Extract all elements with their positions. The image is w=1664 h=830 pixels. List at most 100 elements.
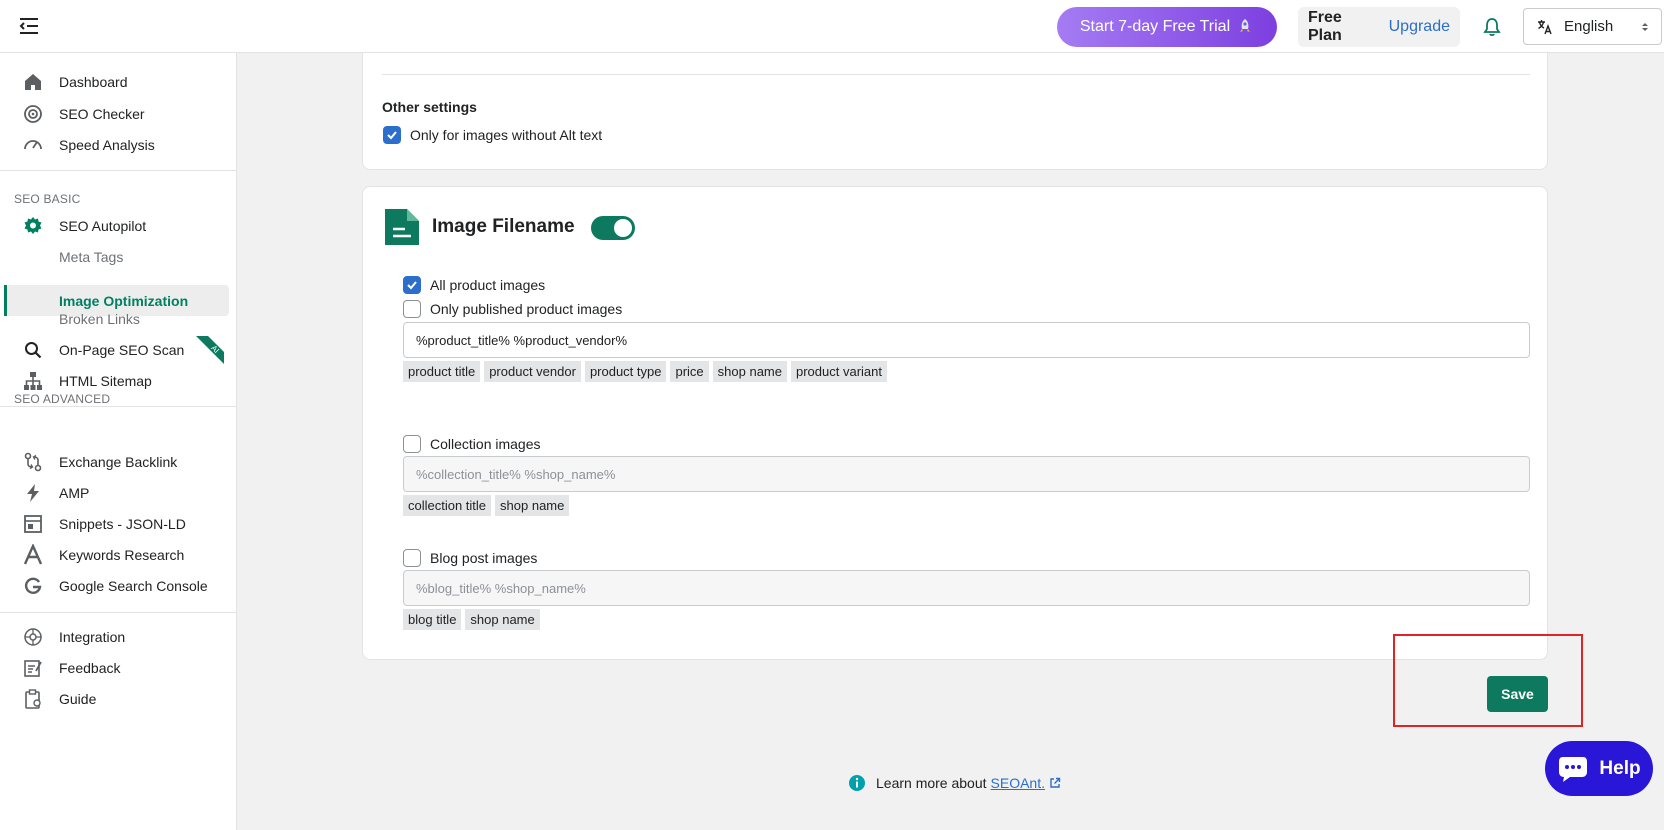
sidebar-item-label: HTML Sitemap [59, 373, 152, 389]
sidebar-item-on-page-seo-scan[interactable]: On-Page SEO Scan AI [0, 335, 237, 365]
collection-tags: collection title shop name [403, 495, 570, 516]
collection-filename-input[interactable]: %collection_title% %shop_name% [403, 456, 1530, 492]
sidebar-item-label: Exchange Backlink [59, 454, 178, 470]
learn-more-text: Learn more about [876, 775, 987, 791]
all-products-checkbox[interactable] [403, 276, 421, 294]
tag-product-title[interactable]: product title [403, 361, 481, 382]
bell-icon[interactable] [1481, 16, 1503, 38]
sidebar-item-seo-checker[interactable]: SEO Checker [0, 99, 237, 129]
letter-a-icon [23, 544, 43, 565]
tag-shop-name[interactable]: shop name [465, 609, 540, 630]
sitemap-icon [24, 372, 42, 390]
rocket-icon [1240, 19, 1251, 32]
google-icon [24, 577, 42, 594]
sidebar-item-seo-autopilot[interactable]: SEO Autopilot [0, 211, 237, 241]
sidebar-item-label: Broken Links [59, 311, 140, 327]
all-products-row: All product images [403, 276, 545, 294]
product-filename-input[interactable]: %product_title% %product_vendor% [403, 322, 1530, 358]
sidebar-item-google-search-console[interactable]: Google Search Console [0, 571, 237, 601]
collection-row: Collection images [403, 435, 541, 453]
tag-product-variant[interactable]: product variant [791, 361, 887, 382]
help-label: Help [1599, 757, 1641, 779]
alt-only-checkbox[interactable] [383, 126, 401, 144]
tag-product-vendor[interactable]: product vendor [484, 361, 581, 382]
sidebar-item-label: On-Page SEO Scan [59, 342, 185, 358]
seoant-link[interactable]: SEOAnt. [991, 775, 1045, 791]
search-icon [25, 342, 42, 359]
tag-product-type[interactable]: product type [584, 361, 667, 382]
sidebar-item-snippets-json-ld[interactable]: Snippets - JSON-LD [0, 509, 237, 539]
image-filename-card: Image Filename All product images Only p… [362, 186, 1548, 660]
integration-icon [24, 628, 42, 646]
chat-bubble-icon [1559, 756, 1588, 782]
sidebar-item-label: SEO Checker [59, 106, 145, 122]
sidebar-item-dashboard[interactable]: Dashboard [0, 67, 237, 97]
help-button[interactable]: Help [1545, 741, 1653, 796]
home-icon [25, 74, 41, 90]
sidebar-item-meta-tags[interactable]: Meta Tags [0, 242, 237, 272]
top-bar: Start 7-day Free Trial Free Plan Upgrade… [0, 0, 1664, 53]
sidebar-item-label: Feedback [59, 660, 121, 676]
exchange-icon [24, 452, 42, 472]
sidebar-item-guide[interactable]: Guide [0, 684, 237, 714]
ai-badge-icon: AI [196, 336, 224, 364]
start-free-trial-button[interactable]: Start 7-day Free Trial [1057, 7, 1277, 47]
sidebar-item-amp[interactable]: AMP [0, 478, 237, 508]
sidebar-item-label: Keywords Research [59, 547, 185, 563]
lightning-icon [27, 484, 39, 502]
product-tags: product title product vendor product typ… [403, 361, 887, 382]
sidebar-item-label: SEO Autopilot [59, 218, 147, 234]
sidebar-item-feedback[interactable]: Feedback [0, 653, 237, 683]
language-select[interactable]: English [1523, 8, 1662, 45]
tag-blog-title[interactable]: blog title [403, 609, 462, 630]
select-arrows-icon [1642, 22, 1648, 31]
blog-row: Blog post images [403, 549, 537, 567]
gauge-icon [24, 140, 42, 150]
guide-icon [25, 689, 41, 709]
feedback-icon [24, 660, 42, 677]
sidebar-divider [0, 406, 237, 407]
sidebar-divider [0, 170, 237, 171]
info-icon [849, 775, 865, 791]
tag-collection-title[interactable]: collection title [403, 495, 492, 516]
sidebar-item-speed-analysis[interactable]: Speed Analysis [0, 130, 237, 160]
plan-name: Free Plan [1308, 9, 1342, 44]
tag-shop-name[interactable]: shop name [712, 361, 787, 382]
collection-checkbox[interactable] [403, 435, 421, 453]
translate-icon [1538, 19, 1552, 34]
document-icon [385, 209, 419, 245]
checkmark-icon [407, 281, 417, 290]
alt-only-label: Only for images without Alt text [410, 127, 603, 143]
image-filename-toggle[interactable] [591, 216, 635, 240]
blog-filename-input[interactable]: %blog_title% %shop_name% [403, 570, 1530, 606]
card-divider [382, 74, 1530, 75]
blog-tags: blog title shop name [403, 609, 540, 630]
other-settings-card: Other settings Only for images without A… [362, 53, 1548, 170]
sidebar-item-integration[interactable]: Integration [0, 622, 237, 652]
plan-box: Free Plan Upgrade [1298, 7, 1460, 47]
upgrade-link[interactable]: Upgrade [1389, 18, 1450, 36]
sidebar-item-label: Meta Tags [59, 249, 124, 265]
gear-icon [24, 217, 42, 234]
sidebar-item-keywords-research[interactable]: Keywords Research [0, 540, 237, 570]
blog-label: Blog post images [430, 550, 538, 566]
image-filename-title: Image Filename [432, 216, 575, 237]
external-link-icon[interactable] [1049, 777, 1061, 789]
sidebar-item-label: Dashboard [59, 74, 128, 90]
sidebar-item-label: Google Search Console [59, 578, 208, 594]
blog-checkbox[interactable] [403, 549, 421, 567]
published-only-label: Only published product images [430, 301, 623, 317]
trial-button-label: Start 7-day Free Trial [1079, 18, 1231, 35]
save-button[interactable]: Save [1487, 676, 1548, 712]
published-only-checkbox[interactable] [403, 300, 421, 318]
other-settings-title: Other settings [382, 99, 477, 115]
sidebar-item-broken-links[interactable]: Broken Links [0, 304, 237, 334]
checkmark-icon [387, 131, 397, 140]
radar-icon [24, 105, 42, 123]
tag-price[interactable]: price [670, 361, 709, 382]
menu-collapse-icon[interactable] [18, 16, 40, 36]
sidebar-item-label: Guide [59, 691, 97, 707]
sidebar: Dashboard SEO Checker Speed Analysis SEO… [0, 53, 237, 830]
tag-shop-name[interactable]: shop name [495, 495, 570, 516]
sidebar-item-exchange-backlink[interactable]: Exchange Backlink [0, 447, 237, 477]
